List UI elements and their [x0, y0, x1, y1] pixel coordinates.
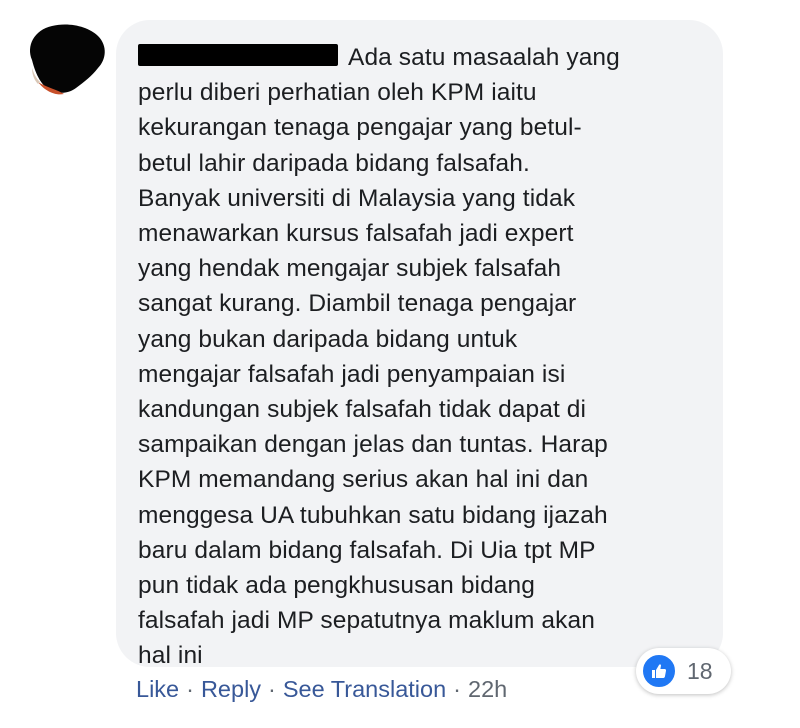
comment-line: falsafah jadi MP sepatutnya maklum akan	[138, 607, 595, 635]
comment-line: menawarkan kursus falsafah jadi expert	[138, 220, 574, 248]
comment-line: sampaikan dengan jelas dan tuntas. Harap	[138, 431, 608, 459]
comment-line: perlu diberi perhatian oleh KPM iaitu	[138, 79, 537, 107]
comment-line: hal ini	[138, 642, 203, 670]
comment-line: KPM memandang serius akan hal ini dan	[138, 466, 589, 494]
comment-line: kekurangan tenaga pengajar yang betul-	[138, 114, 582, 142]
comment-actions: Like · Reply · See Translation · 22h	[136, 674, 507, 704]
comment-line: sangat kurang. Diambil tenaga pengajar	[138, 290, 577, 318]
reply-link[interactable]: Reply	[201, 676, 261, 702]
thumbs-up-icon	[641, 653, 677, 689]
comment-bubble: Ada satu masaalah yang perlu diberi perha…	[116, 20, 723, 669]
comment-line: pun tidak ada pengkhususan bidang	[138, 572, 535, 600]
comment-line: kandungan subjek falsafah tidak dapat di	[138, 396, 587, 424]
avatar[interactable]	[18, 10, 110, 102]
comment-text: Ada satu masaalah yang perlu diberi perha…	[138, 40, 703, 674]
comment-line: baru dalam bidang falsafah. Di Uia tpt M…	[138, 536, 596, 564]
comment-line: Banyak universiti di Malaysia yang tidak	[138, 184, 576, 212]
see-translation-link[interactable]: See Translation	[283, 676, 446, 702]
reaction-summary[interactable]: 18	[636, 648, 731, 694]
comment-timestamp[interactable]: 22h	[468, 676, 507, 702]
comment-line: mengajar falsafah jadi penyampaian isi	[138, 360, 566, 388]
reaction-count: 18	[687, 657, 713, 684]
separator-dot: ·	[268, 676, 276, 702]
avatar-redacted-image	[30, 24, 105, 95]
separator-dot: ·	[186, 676, 194, 702]
separator-dot: ·	[453, 676, 461, 702]
like-link[interactable]: Like	[136, 676, 179, 702]
comment-line: yang bukan daripada bidang untuk	[138, 325, 518, 353]
comment-line: yang hendak mengajar subjek falsafah	[138, 255, 562, 283]
comment-line: menggesa UA tubuhkan satu bidang ijazah	[138, 501, 608, 529]
comment-line: Ada satu masaalah yang	[138, 40, 703, 75]
comment-line-text: Ada satu masaalah yang	[348, 44, 620, 71]
redacted-author-name[interactable]	[138, 44, 338, 66]
comment-line: betul lahir daripada bidang falsafah.	[138, 149, 530, 177]
